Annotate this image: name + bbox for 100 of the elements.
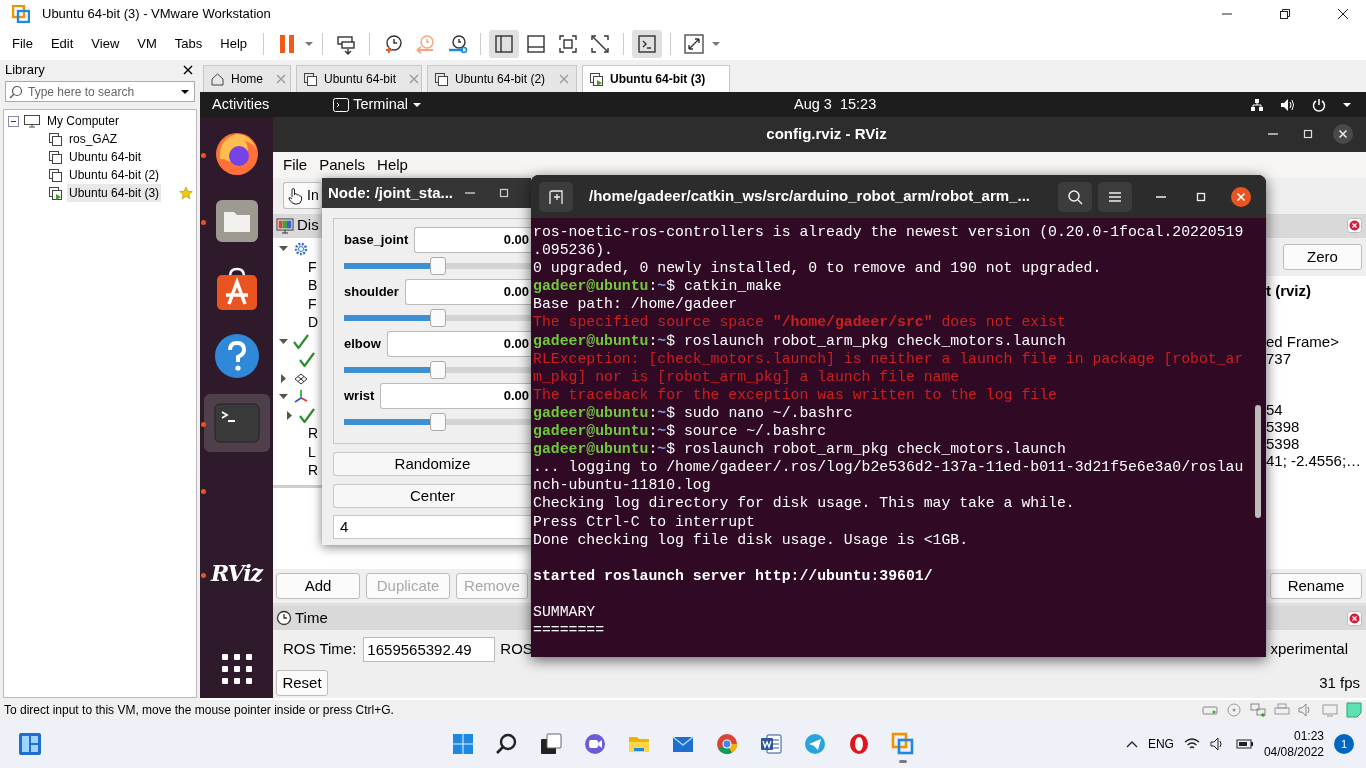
terminal-line: SUMMARY — [533, 602, 597, 622]
chat-icon — [583, 732, 607, 756]
tree-item-label[interactable]: D — [308, 312, 319, 334]
notification-badge[interactable]: 1 — [1334, 734, 1354, 754]
tree-item-label[interactable]: F — [308, 256, 317, 278]
search-button[interactable] — [1058, 181, 1092, 212]
check-icon — [293, 333, 309, 349]
slider-thumb[interactable] — [429, 361, 446, 379]
network-adapter-icon[interactable] — [1250, 703, 1266, 717]
power-icon[interactable] — [1312, 97, 1326, 112]
terminal-line: Press Ctrl-C to interrupt — [533, 512, 756, 531]
menu-item[interactable]: View — [83, 32, 128, 56]
maximize-icon — [1279, 8, 1291, 20]
telegram-icon — [803, 732, 827, 756]
menu-item[interactable]: VM — [129, 32, 165, 56]
caret-icon[interactable] — [1342, 100, 1352, 109]
menu-item[interactable]: Tabs — [166, 32, 211, 56]
joint-value-field[interactable]: 0.00 — [414, 227, 531, 253]
new-tab-button[interactable] — [539, 181, 573, 212]
tab[interactable]: Home — [203, 65, 291, 92]
menu-button[interactable] — [1098, 181, 1132, 212]
vm-icon — [303, 71, 318, 87]
sidebar-view-button[interactable] — [489, 30, 520, 58]
collapse-arrow-icon[interactable] — [279, 336, 288, 346]
scrollbar-thumb[interactable] — [1255, 405, 1261, 518]
terminal-line: gadeer@ubuntu:~$ catkin_make — [533, 277, 783, 296]
rviz-logo[interactable]: RViz — [210, 557, 262, 591]
terminal-line: 0 upgraded, 0 newly installed, 0 to remove and 190 not upgraded. — [533, 259, 1103, 278]
ros-time-field[interactable]: 1659565392.49 — [363, 636, 496, 662]
tab[interactable]: Ubuntu 64-bit (3) — [582, 65, 730, 92]
clock-date[interactable]: 04/08/2022 — [1263, 744, 1324, 760]
menu-item[interactable]: File — [4, 32, 41, 56]
task-view-icon — [539, 732, 563, 756]
monitor-icon — [276, 217, 294, 234]
start-icon — [451, 732, 475, 756]
status-text: To direct input to this VM, move the mouse pointer inside or press Ctrl+G. — [4, 702, 394, 719]
wifi-icon[interactable] — [1183, 737, 1200, 751]
tree-item[interactable]: Ubuntu 64-bit (2) — [67, 166, 162, 184]
home-icon — [210, 71, 225, 87]
field-label: ROS — [500, 638, 533, 659]
menu-item[interactable]: File — [279, 153, 312, 177]
tree-item[interactable]: Ubuntu 64-bit — [67, 148, 144, 166]
expand-arrow-icon[interactable] — [285, 410, 294, 420]
panel-title: Dis — [297, 215, 319, 236]
property-value: 54 — [1266, 401, 1284, 419]
zero-button[interactable]: Zero — [1283, 243, 1362, 271]
count-field[interactable]: 4 — [333, 515, 531, 539]
tree-item[interactable]: Ubuntu 64-bit (3) — [67, 184, 162, 202]
clock[interactable]: Aug 3 15:23 — [794, 93, 877, 116]
terminal-icon — [333, 97, 350, 112]
fps-label: 31 fps — [1319, 672, 1360, 693]
tab[interactable]: Ubuntu 64-bit (2) — [427, 65, 577, 92]
terminal-line: gadeer@ubuntu:~$ roslaunch robot_arm_pkg check_motors.launch — [533, 331, 1067, 350]
tree-item[interactable]: ros_GAZ — [67, 130, 119, 148]
tree-item-label[interactable]: R — [308, 460, 319, 482]
network-icon[interactable] — [1250, 97, 1264, 112]
property-value: 5398 — [1266, 418, 1301, 436]
clock-time[interactable]: 01:23 — [1293, 728, 1324, 744]
close-icon[interactable] — [181, 63, 195, 77]
joint-value-field[interactable]: 0.00 — [404, 279, 531, 305]
app-menu[interactable]: Terminal — [333, 93, 422, 116]
menu-item[interactable]: Edit — [42, 32, 82, 56]
battery-icon[interactable] — [1235, 737, 1254, 751]
volume-icon[interactable] — [1280, 97, 1296, 112]
slider-thumb[interactable] — [429, 413, 446, 431]
panel-button[interactable]: Add — [276, 572, 360, 600]
terminal-line: gadeer@ubuntu:~$ sudo nano ~/.bashrc — [533, 403, 854, 423]
word-icon — [759, 732, 783, 756]
minimize-icon — [1156, 195, 1166, 198]
rename-button[interactable]: Rename — [1270, 572, 1362, 600]
menu-item[interactable]: Help — [373, 153, 412, 177]
action-button[interactable]: Center — [333, 484, 531, 508]
menu-item[interactable]: Help — [212, 32, 256, 56]
vm-icon — [434, 71, 449, 87]
terminal-line: gadeer@ubuntu:~$ roslaunch robot_arm_pkg check_motors.launch — [533, 440, 1067, 459]
language-indicator[interactable]: ENG — [1147, 735, 1174, 753]
action-button[interactable]: Randomize — [333, 452, 531, 476]
collapse-icon[interactable] — [8, 115, 19, 127]
slider-thumb[interactable] — [429, 309, 446, 327]
caret-icon[interactable] — [180, 88, 190, 96]
expand-arrow-icon[interactable] — [279, 373, 288, 383]
slider-thumb[interactable] — [429, 257, 446, 275]
tree-item[interactable]: My Computer — [45, 112, 122, 130]
window-title: /home/gadeer/catkin_ws/src/arduino_robot_arm/robot_arm_... — [588, 186, 1031, 207]
maximize-icon — [498, 187, 510, 199]
activities-button[interactable]: Activities — [212, 93, 270, 116]
reset-button[interactable]: Reset — [276, 669, 328, 697]
joint-value-field[interactable]: 0.00 — [380, 383, 531, 409]
menu-item[interactable]: Panels — [315, 153, 370, 177]
caret-up-icon[interactable] — [1125, 740, 1138, 748]
field-label: ROS Time: — [283, 638, 357, 659]
collapse-arrow-icon[interactable] — [279, 244, 288, 254]
collapse-arrow-icon[interactable] — [279, 392, 288, 402]
property-value: 41; -2.4556;… — [1266, 452, 1363, 470]
search-field[interactable]: Type here to search — [5, 81, 195, 102]
tab[interactable]: Ubuntu 64-bit — [296, 65, 422, 92]
console-view-button[interactable] — [632, 30, 663, 58]
interact-tool-button[interactable]: In — [283, 182, 321, 210]
joint-value-field[interactable]: 0.00 — [386, 331, 531, 357]
gear-icon — [293, 241, 309, 257]
